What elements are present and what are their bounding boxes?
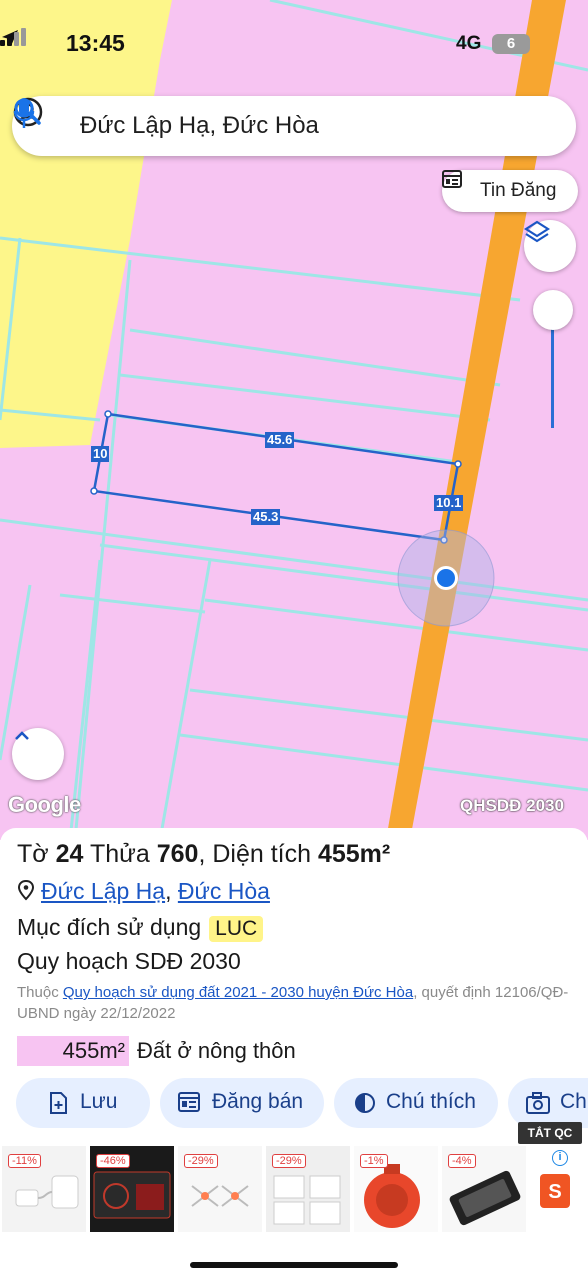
ad-item[interactable]: -4%: [442, 1146, 526, 1232]
layer-name-label: QHSDĐ 2030: [460, 796, 564, 815]
discount-badge: -29%: [184, 1154, 218, 1168]
dimension-right: 10.1: [434, 495, 464, 511]
discount-badge: -11%: [8, 1154, 41, 1168]
save-label: Lưu: [80, 1090, 118, 1113]
listing-icon: [442, 170, 462, 188]
layers-button[interactable]: [524, 220, 576, 272]
ad-strip[interactable]: -11% -46% -29% -29% -1% -4% i S: [0, 1144, 588, 1236]
parcel-title: Tờ 24 Thửa 760, Diện tích 455m²: [17, 840, 390, 869]
area-label: , Diện tích: [198, 840, 311, 868]
address-commune-link[interactable]: Đức Lập Hạ: [41, 878, 165, 904]
purpose-label: Mục đích sử dụng: [17, 914, 202, 940]
thua-label: Thửa: [89, 840, 150, 868]
capture-label: Ch: [560, 1090, 587, 1113]
purpose-row: Mục đích sử dụng LUC: [17, 914, 264, 942]
clock: 13:45: [66, 30, 125, 56]
to-value: 24: [55, 840, 84, 868]
to-label: Tờ: [17, 840, 49, 868]
legend-button[interactable]: Chú thích: [334, 1078, 498, 1128]
ad-item[interactable]: -11%: [2, 1146, 86, 1232]
chevron-up-icon: [15, 731, 29, 740]
tin-dang-label: Tin Đăng: [480, 180, 557, 201]
maps-app: 45.6 10 45.3 10.1 13:45 4G 6 Đức Lập Hạ,…: [0, 0, 588, 1280]
area-value: 455m²: [317, 840, 391, 868]
location-pin-icon: [17, 879, 35, 901]
save-icon: [50, 1092, 67, 1114]
agricultural-zone: [0, 0, 172, 448]
home-indicator[interactable]: [190, 1262, 398, 1268]
thua-value: 760: [156, 840, 199, 868]
plan-link[interactable]: Quy hoạch sử dụng đất 2021 - 2030 huyện …: [63, 984, 413, 1001]
dimension-left: 10: [91, 446, 110, 462]
layers-icon: [524, 220, 550, 243]
opacity-slider-knob[interactable]: [533, 290, 573, 330]
dang-ban-button[interactable]: Đăng bán: [160, 1078, 324, 1128]
zone-area-chip: 455m²: [17, 1036, 129, 1066]
dang-ban-label: Đăng bán: [212, 1090, 304, 1113]
ad-item[interactable]: -29%: [178, 1146, 262, 1232]
ad-item[interactable]: -1%: [354, 1146, 438, 1232]
status-bar: 13:45 4G 6: [0, 28, 588, 62]
camera-icon: [526, 1092, 550, 1114]
expand-up-button[interactable]: [12, 728, 64, 780]
dimension-bottom: 45.3: [251, 509, 281, 525]
action-buttons: Lưu Đăng bán Chú thích Ch: [16, 1078, 588, 1128]
dimension-top: 45.6: [265, 432, 295, 448]
close-ads-button[interactable]: TẮT QC: [518, 1122, 582, 1144]
listing-icon: [178, 1092, 200, 1112]
signal-icon: [0, 28, 26, 46]
ad-info-icon[interactable]: i: [552, 1150, 568, 1166]
save-button[interactable]: Lưu: [16, 1078, 150, 1128]
tin-dang-button[interactable]: Tin Đăng: [442, 170, 578, 212]
address-separator: ,: [165, 878, 172, 904]
zone-row: 455m² Đất ở nông thôn: [17, 1036, 296, 1066]
search-bar[interactable]: Đức Lập Hạ, Đức Hòa: [12, 96, 576, 156]
address-row: Đức Lập Hạ, Đức Hòa: [17, 878, 270, 906]
zone-type: Đất ở nông thôn: [137, 1038, 296, 1063]
note-prefix: Thuộc: [17, 984, 59, 1001]
ad-item[interactable]: -29%: [266, 1146, 350, 1232]
google-logo: Google: [8, 792, 81, 817]
legend-label: Chú thích: [386, 1090, 476, 1113]
shopee-icon[interactable]: S: [540, 1174, 570, 1208]
discount-badge: -1%: [360, 1154, 388, 1168]
network-type: 4G: [456, 33, 482, 54]
opacity-slider-track[interactable]: [551, 320, 554, 428]
plan-title: Quy hoạch SDĐ 2030: [17, 948, 241, 974]
plan-note: Thuộc Quy hoạch sử dụng đất 2021 - 2030 …: [17, 982, 577, 1024]
map-view[interactable]: 45.6 10 45.3 10.1 13:45 4G 6 Đức Lập Hạ,…: [0, 0, 588, 840]
discount-badge: -29%: [272, 1154, 306, 1168]
ad-item[interactable]: -46%: [90, 1146, 174, 1232]
address-district-link[interactable]: Đức Hòa: [178, 878, 270, 904]
discount-badge: -46%: [96, 1154, 130, 1168]
mic-icon[interactable]: [12, 96, 36, 130]
battery-icon: 6: [492, 34, 530, 54]
discount-badge: -4%: [448, 1154, 476, 1168]
purpose-code-badge: LUC: [209, 916, 264, 942]
search-query[interactable]: Đức Lập Hạ, Đức Hòa: [80, 112, 319, 140]
capture-button[interactable]: Ch: [508, 1078, 588, 1128]
contrast-icon: [355, 1093, 375, 1113]
